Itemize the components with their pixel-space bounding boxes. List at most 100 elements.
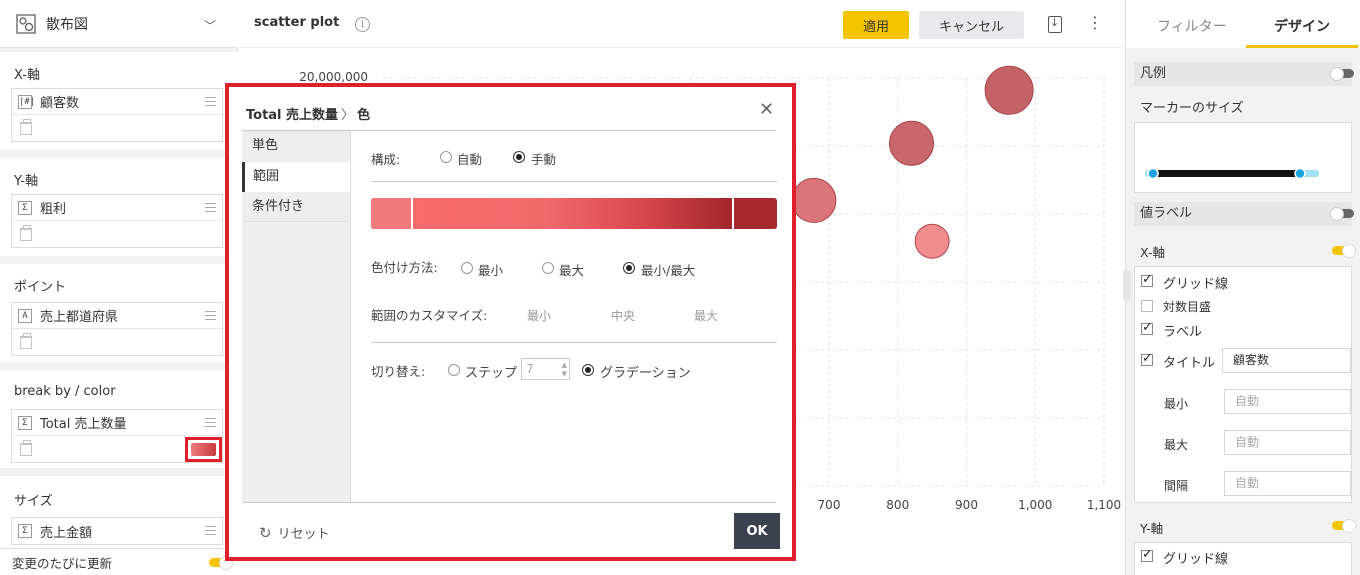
color-settings-button[interactable] xyxy=(185,437,222,462)
chart-type-selector[interactable]: 散布図 ﹀ xyxy=(0,0,238,48)
color-mode-conditional[interactable]: 条件付き xyxy=(242,192,350,222)
gradient-preview xyxy=(416,198,732,229)
x-axis-field-name: 顧客数 xyxy=(40,96,80,111)
drag-handle-icon[interactable] xyxy=(205,418,216,427)
max-color-stop[interactable] xyxy=(732,198,777,229)
color-settings-dialog: Total 売上数量〉色 ✕ 単色 範囲 条件付き 構成: 自動 手動 色付け方… xyxy=(225,83,796,561)
customize-max[interactable]: 最大 xyxy=(694,307,718,324)
slider-min-handle[interactable] xyxy=(1147,167,1159,180)
drag-handle-icon[interactable] xyxy=(205,311,216,320)
y-axis-options-box: グリッド線 xyxy=(1134,542,1352,575)
chevron-down-icon[interactable]: ﹀ xyxy=(204,17,216,34)
legend-toggle[interactable] xyxy=(1330,67,1354,81)
x-tick-label: 1,000 xyxy=(1018,498,1052,512)
point-section: ポイント A 売上都道府県 xyxy=(0,264,238,362)
more-options-icon[interactable]: ⋮ xyxy=(1087,14,1103,32)
switch-step-label[interactable]: ステップ xyxy=(465,362,517,381)
viz-title[interactable]: scatter plot xyxy=(254,15,339,30)
panel-collapse-handle[interactable] xyxy=(1123,270,1131,300)
section-divider xyxy=(371,181,777,182)
x-title-input[interactable]: 顧客数 xyxy=(1222,348,1351,373)
color-range-bar xyxy=(371,198,777,229)
trash-icon[interactable] xyxy=(20,118,32,135)
method-min-radio[interactable] xyxy=(461,262,473,274)
x-axis-design-label: X-軸 xyxy=(1140,245,1165,260)
step-up-icon[interactable]: ▲ xyxy=(562,361,567,369)
tab-design[interactable]: デザイン xyxy=(1274,16,1330,36)
switch-gradient-radio[interactable] xyxy=(582,364,594,376)
color-mode-menu: 単色 範囲 条件付き xyxy=(242,131,350,502)
trash-icon[interactable] xyxy=(20,439,32,456)
method-minmax-label[interactable]: 最小/最大 xyxy=(641,260,695,279)
config-auto-label[interactable]: 自動 xyxy=(457,149,482,168)
dialog-title-section: 色 xyxy=(357,108,371,123)
customize-min[interactable]: 最小 xyxy=(527,307,551,324)
export-icon[interactable] xyxy=(1048,16,1062,33)
y-grid-label: グリッド線 xyxy=(1163,552,1229,567)
config-auto-radio[interactable] xyxy=(440,151,452,163)
info-icon[interactable]: i xyxy=(355,17,370,32)
step-down-icon[interactable]: ▼ xyxy=(562,370,567,378)
x-grid-checkbox[interactable] xyxy=(1141,272,1153,287)
y-axis-field-box: Σ 粗利 xyxy=(11,194,223,248)
value-label-toggle[interactable] xyxy=(1330,207,1354,221)
x-max-input[interactable]: 自動 xyxy=(1224,430,1351,455)
x-title-checkbox[interactable] xyxy=(1141,351,1153,366)
method-label: 色付け方法: xyxy=(371,260,438,275)
cancel-button[interactable]: キャンセル xyxy=(919,11,1024,39)
reset-button[interactable]: ↻ リセット xyxy=(259,523,330,542)
x-axis-drop-row xyxy=(12,115,222,141)
y-axis-field[interactable]: Σ 粗利 xyxy=(12,195,222,221)
color-gradient-swatch xyxy=(191,443,216,456)
customize-mid[interactable]: 中央 xyxy=(611,307,635,324)
x-axis-toggle[interactable] xyxy=(1332,244,1356,258)
trash-icon[interactable] xyxy=(20,332,32,349)
x-log-label: 対数目盛 xyxy=(1163,300,1212,314)
switch-gradient-label[interactable]: グラデーション xyxy=(600,362,691,381)
config-manual-radio[interactable] xyxy=(513,151,525,163)
slider-max-handle[interactable] xyxy=(1294,167,1306,180)
method-minmax-radio[interactable] xyxy=(623,262,635,274)
drag-handle-icon[interactable] xyxy=(205,526,216,535)
customize-label: 範囲のカスタマイズ: xyxy=(371,308,488,323)
size-field[interactable]: Σ 売上金額 xyxy=(12,518,222,544)
dialog-title: Total 売上数量〉色 xyxy=(246,104,370,123)
method-max-radio[interactable] xyxy=(542,262,554,274)
marker-size-slider[interactable] xyxy=(1135,123,1351,192)
range-settings: 構成: 自動 手動 色付け方法: 最小 最大 最小/最大 範囲のカスタマイズ: … xyxy=(350,131,777,502)
x-axis-options-box: グリッド線 対数目盛 ラベル タイトル 顧客数 最小 自動 最大 自動 間隔 自… xyxy=(1134,266,1352,503)
apply-button[interactable]: 適用 xyxy=(843,11,909,39)
color-mode-range[interactable]: 範囲 xyxy=(242,162,350,192)
x-min-input[interactable]: 自動 xyxy=(1224,389,1351,414)
scatter-chart-icon xyxy=(16,13,36,34)
switch-step-radio[interactable] xyxy=(448,364,460,376)
x-tick-label: 900 xyxy=(955,498,978,512)
x-axis-field-box: |#| 顧客数 xyxy=(11,88,223,142)
y-axis-toggle[interactable] xyxy=(1332,519,1356,533)
ok-button[interactable]: OK xyxy=(734,513,780,549)
trash-icon[interactable] xyxy=(20,224,32,241)
value-label-label: 値ラベル xyxy=(1140,206,1193,221)
method-min-label[interactable]: 最小 xyxy=(478,260,503,279)
scatter-point xyxy=(984,65,1034,115)
size-field-box: Σ 売上金額 xyxy=(11,517,223,545)
x-labels-checkbox[interactable] xyxy=(1141,320,1153,335)
point-field[interactable]: A 売上都道府県 xyxy=(12,303,222,329)
close-icon[interactable]: ✕ xyxy=(759,99,774,120)
config-manual-label[interactable]: 手動 xyxy=(531,149,556,168)
step-count-stepper[interactable]: 7 ▲ ▼ xyxy=(521,358,570,380)
color-mode-single[interactable]: 単色 xyxy=(242,131,350,161)
size-section: サイズ Σ 売上金額 xyxy=(0,476,238,548)
min-color-stop[interactable] xyxy=(371,198,413,229)
x-axis-field[interactable]: |#| 顧客数 xyxy=(12,89,222,115)
sum-field-icon: Σ xyxy=(18,200,32,215)
y-grid-checkbox[interactable] xyxy=(1141,547,1153,562)
x-log-checkbox[interactable] xyxy=(1141,300,1153,312)
drag-handle-icon[interactable] xyxy=(205,203,216,212)
x-interval-input[interactable]: 自動 xyxy=(1224,471,1351,496)
sum-field-icon: Σ xyxy=(18,524,32,538)
method-max-label[interactable]: 最大 xyxy=(559,260,584,279)
tab-filter[interactable]: フィルター xyxy=(1157,16,1227,36)
drag-handle-icon[interactable] xyxy=(205,97,216,106)
break-by-field[interactable]: Σ Total 売上数量 xyxy=(12,410,222,436)
